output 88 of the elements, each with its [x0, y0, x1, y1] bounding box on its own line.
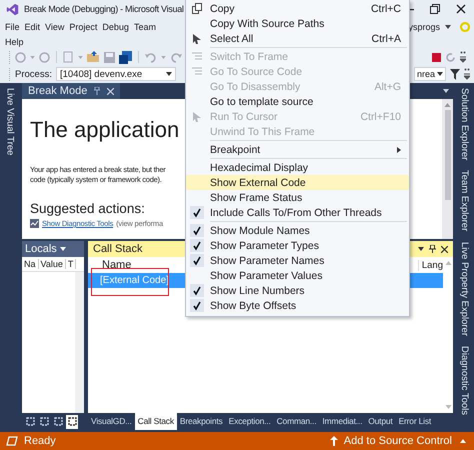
- pointer-icon: [193, 112, 201, 122]
- scroll-down-icon: [444, 405, 452, 409]
- caret-icon[interactable]: [443, 89, 449, 93]
- pointer-icon: [193, 34, 201, 44]
- upload-icon: [330, 436, 338, 446]
- status-text: Ready: [24, 435, 56, 447]
- menu-item[interactable]: View: [45, 22, 64, 32]
- panel-tab[interactable]: Call Stack: [134, 413, 177, 430]
- context-menu-item[interactable]: Show Frame Status: [186, 190, 409, 205]
- grip-icon: [8, 50, 11, 64]
- context-menu-item[interactable]: Hexadecimal Display: [186, 160, 409, 175]
- panel-tab[interactable]: Exception...: [226, 413, 274, 430]
- grip-icon: [8, 68, 11, 80]
- column-header[interactable]: Name: [102, 259, 132, 271]
- restart-icon[interactable]: [445, 52, 456, 62]
- source-control-button[interactable]: Add to Source Control: [344, 435, 452, 447]
- panel-tab[interactable]: Breakpoints: [176, 413, 226, 430]
- scroll-up-icon: [444, 103, 451, 107]
- menu-item[interactable]: Project: [69, 22, 98, 32]
- context-menu-item[interactable]: Go to template source: [186, 94, 409, 109]
- caret-icon: [166, 72, 172, 76]
- context-menu-item[interactable]: Include Calls To/From Other Threads: [186, 205, 409, 220]
- tool-window-tab[interactable]: Diagnostic Tools: [459, 344, 470, 417]
- account-menu[interactable]: ysprogs: [408, 22, 440, 32]
- menu-item[interactable]: Debug: [102, 22, 129, 32]
- overflow-icon[interactable]: [464, 68, 470, 80]
- panel-tab[interactable]: [24, 414, 36, 428]
- lines-icon: [192, 67, 202, 76]
- copy-icon: [192, 3, 202, 14]
- context-menu-item[interactable]: Breakpoint: [186, 142, 409, 157]
- caret-icon: [437, 72, 443, 76]
- context-menu-item[interactable]: Show Byte Offsets: [186, 298, 409, 313]
- app-logo-icon: [6, 2, 19, 16]
- submenu-arrow-icon: [397, 146, 401, 152]
- locals-panel-header[interactable]: Locals: [22, 241, 84, 257]
- window-title: Break Mode (Debugging) - Microsoft Visual: [24, 4, 184, 14]
- panel-tab[interactable]: [66, 414, 78, 428]
- caret-icon: [60, 247, 66, 251]
- overflow-icon[interactable]: [460, 51, 466, 63]
- context-menu-item[interactable]: Show Parameter Types: [186, 238, 409, 253]
- stop-icon[interactable]: [432, 52, 441, 62]
- column-header[interactable]: Lang: [418, 260, 443, 270]
- context-menu-item[interactable]: Show External Code: [186, 175, 409, 190]
- scrollbar[interactable]: [442, 99, 453, 239]
- folder-icon[interactable]: [87, 51, 100, 63]
- column-header[interactable]: T: [66, 259, 76, 269]
- context-menu-item[interactable]: Show Parameter Names: [186, 253, 409, 268]
- context-menu-item[interactable]: Copy With Source Paths: [186, 16, 409, 31]
- context-menu-item[interactable]: Select All Ctrl+A: [186, 31, 409, 46]
- section-heading: Suggested actions:: [30, 201, 145, 216]
- tool-window-tab[interactable]: Team Explorer: [459, 168, 470, 234]
- close-icon[interactable]: [456, 4, 466, 14]
- panel-tab[interactable]: Output: [365, 413, 396, 430]
- context-menu-item[interactable]: Show Line Numbers: [186, 283, 409, 298]
- column-header[interactable]: Value: [38, 259, 66, 269]
- scrollbar[interactable]: [75, 272, 84, 413]
- panel-tab[interactable]: Comman...: [274, 413, 320, 430]
- tool-window-tab[interactable]: Solution Explorer: [459, 86, 470, 162]
- lines-icon: [192, 52, 202, 61]
- pin-icon[interactable]: [429, 245, 436, 253]
- menu-item[interactable]: File: [5, 22, 20, 32]
- menu-item[interactable]: Edit: [24, 22, 40, 32]
- tool-window-tab[interactable]: Live Visual Tree: [4, 86, 16, 158]
- process-dropdown[interactable]: [10408] devenv.exe: [56, 67, 176, 81]
- context-menu-item[interactable]: Show Module Names: [186, 223, 409, 238]
- thread-dropdown[interactable]: nrea: [414, 67, 446, 81]
- context-menu-item[interactable]: Copy Ctrl+C: [186, 1, 409, 16]
- page-heading: The application: [30, 117, 180, 143]
- menu-item[interactable]: Help: [5, 37, 24, 47]
- filter-icon[interactable]: [450, 68, 460, 80]
- ready-icon: [6, 436, 18, 446]
- tool-window-tab[interactable]: Live Property Explorer: [459, 240, 470, 338]
- close-icon[interactable]: [441, 246, 448, 252]
- caret-icon: [445, 24, 451, 28]
- process-label: Process:: [15, 68, 52, 80]
- panel-tab[interactable]: Immediat...: [319, 413, 366, 430]
- caret-icon[interactable]: [418, 247, 424, 251]
- diagnostic-tools-icon: [30, 219, 39, 228]
- restore-icon[interactable]: [430, 4, 440, 14]
- scroll-up-icon: [444, 261, 452, 265]
- panel-tab[interactable]: [52, 414, 64, 428]
- panel-tab[interactable]: Error List: [396, 413, 434, 430]
- panel-tab[interactable]: VisualGD...: [88, 413, 135, 430]
- column-header[interactable]: Na: [22, 259, 39, 269]
- context-menu-item[interactable]: Show Parameter Values: [186, 268, 409, 283]
- panel-tab[interactable]: [38, 414, 50, 428]
- save-all-icon[interactable]: [119, 50, 132, 64]
- menu-item[interactable]: Team: [134, 22, 156, 32]
